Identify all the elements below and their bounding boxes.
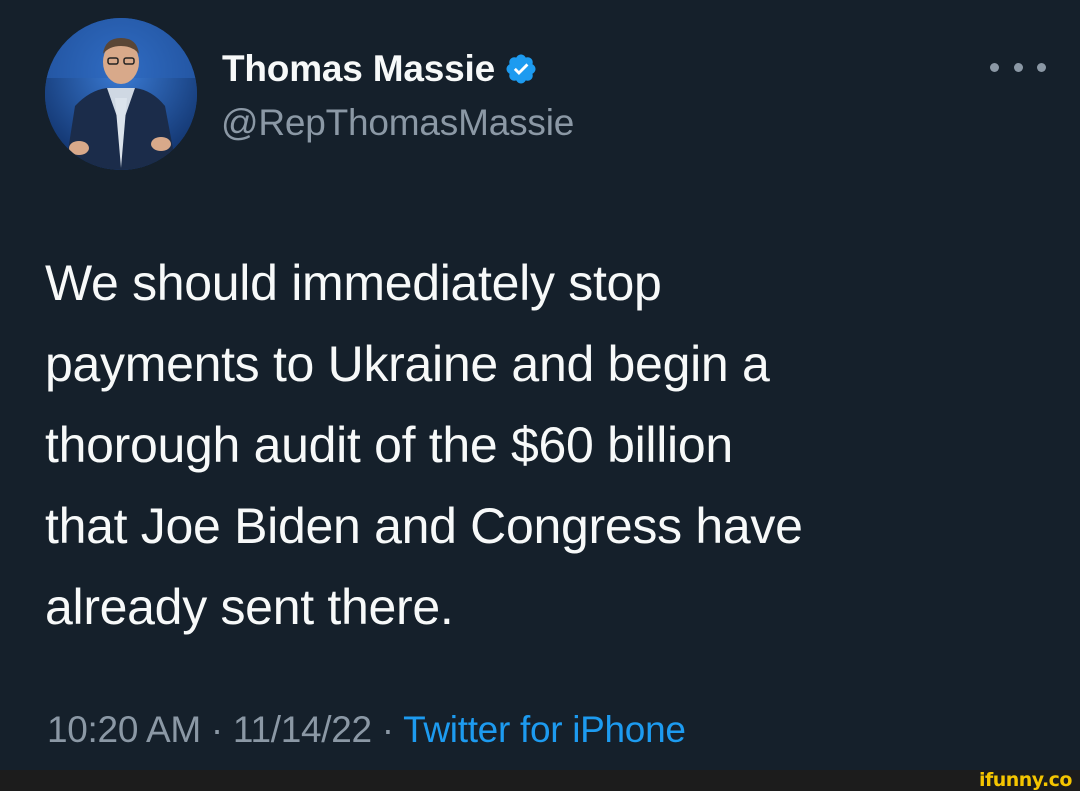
meta-separator: · <box>371 709 404 750</box>
more-dot <box>990 62 999 72</box>
more-options-icon[interactable] <box>990 55 1046 79</box>
verified-badge-icon <box>504 52 538 86</box>
tweet-metadata: 10:20 AM · 11/14/22 · Twitter for iPhone <box>47 709 686 751</box>
tweet-body-text: We should immediately stop payments to U… <box>45 255 803 635</box>
author-handle[interactable]: @RepThomasMassie <box>221 102 574 144</box>
more-dot <box>1013 62 1023 72</box>
ifunny-watermark: ifunny.co <box>978 769 1073 791</box>
author-avatar[interactable] <box>45 18 197 170</box>
tweet-time[interactable]: 10:20 AM <box>47 709 201 750</box>
tweet-source-link[interactable]: Twitter for iPhone <box>403 709 686 750</box>
tweet-date[interactable]: 11/14/22 <box>233 709 372 750</box>
meta-separator: · <box>200 709 233 750</box>
author-name-row[interactable]: Thomas Massie <box>222 44 538 94</box>
watermark-bar: ifunny.co <box>0 770 1080 791</box>
tweet-card: Thomas Massie @RepThomasMassie We should… <box>0 0 1080 770</box>
more-dot <box>1037 62 1046 72</box>
author-display-name[interactable]: Thomas Massie <box>222 48 495 90</box>
